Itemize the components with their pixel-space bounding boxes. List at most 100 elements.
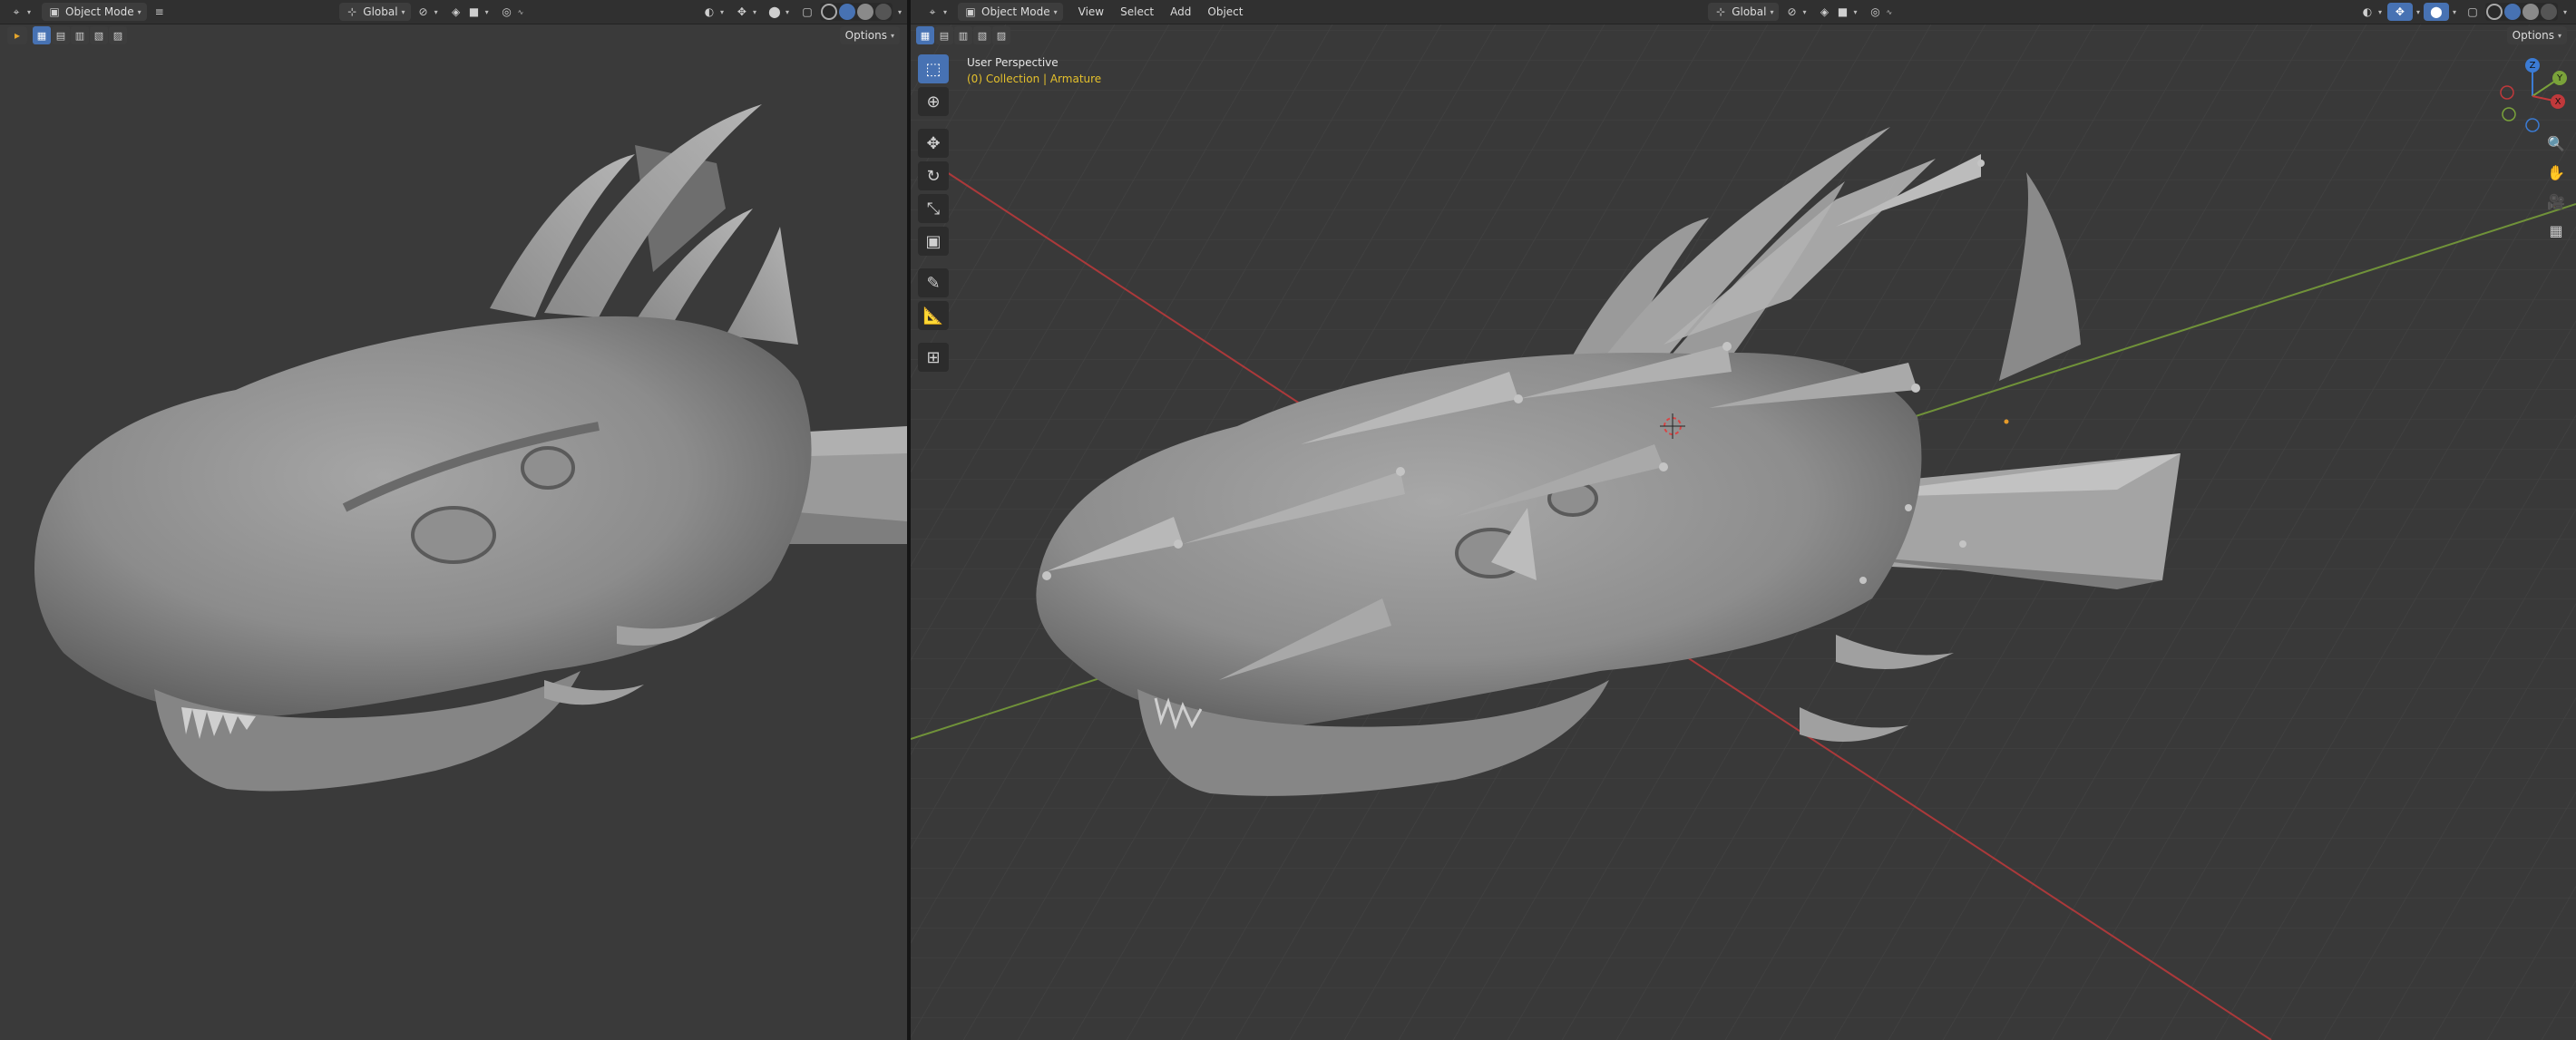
viewport-info-overlay: User Perspective (0) Collection | Armatu… [967,54,1101,87]
chevron-down-icon: ▾ [943,7,948,16]
right-tool-settings-bar: ▦ ▤ ▥ ▧ ▨ Options ▾ [911,24,2576,46]
shading-material-icon[interactable] [2522,4,2539,20]
visibility-icon: ◐ [2362,5,2373,18]
pivot-button[interactable]: ⊘ ▾ [411,3,444,21]
visibility-button[interactable]: ◐ ▾ [697,3,729,21]
object-mode-label: Object Mode [981,5,1050,18]
annotate-icon[interactable]: ✎ [918,268,949,297]
options-dropdown[interactable]: Options ▾ [2506,26,2567,44]
selection-mode-group: ▦ ▤ ▥ ▧ ▨ [33,26,127,44]
overlay-toggle-button[interactable]: ⬤ [2423,3,2449,21]
orientation-icon: ⊹ [347,5,357,18]
gizmo-y-label: Y [2556,73,2563,83]
chevron-down-icon[interactable]: ▾ [2563,8,2567,16]
shading-mode-group [2484,3,2558,21]
select-invert-icon[interactable]: ▧ [973,26,991,44]
chevron-down-icon: ▾ [401,7,405,16]
camera-icon[interactable]: 🎥 [2545,190,2567,212]
menu-add[interactable]: Add [1162,3,1199,21]
shading-wireframe-icon[interactable] [820,4,837,20]
snap-icon: ◈ [451,5,461,18]
select-box-icon[interactable]: ⬚ [918,54,949,83]
chevron-down-icon[interactable]: ▾ [898,8,902,16]
collection-label: (0) Collection | Armature [967,73,1102,85]
editor-type-button[interactable]: ⌖ ▾ [4,3,36,21]
dragon-head-render [34,104,907,792]
shading-wireframe-icon[interactable] [2485,4,2503,20]
chevron-down-icon[interactable]: ▾ [2416,8,2420,16]
overlay-toggle-button[interactable]: ⬤ ▾ [762,3,795,21]
orientation-label: Global [1732,5,1767,18]
transform-orientation-dropdown[interactable]: ⊹ Global ▾ [1708,3,1780,21]
gizmo-z-label: Z [2530,61,2536,71]
orientation-icon: ⊹ [1716,5,1726,18]
proportional-edit-button[interactable]: ◎ ∿ [1863,3,1898,21]
snap-button[interactable]: ◈ ■ ▾ [1812,3,1863,21]
gizmo-toggle-button[interactable]: ✥ [2386,3,2413,21]
hamburger-menu-button[interactable]: ≡ [147,3,172,21]
select-extend-icon[interactable]: ▤ [935,26,953,44]
orientation-label: Global [363,5,398,18]
pan-hand-icon[interactable]: ✋ [2545,161,2567,183]
xray-toggle-button[interactable]: ▢ [795,3,820,21]
move-icon[interactable]: ✥ [918,129,949,158]
select-new-icon[interactable]: ▦ [916,26,934,44]
select-invert-icon[interactable]: ▧ [90,26,108,44]
pivot-icon: ⊘ [418,5,428,18]
editor-type-button[interactable]: ⌖ ▾ [920,3,952,21]
shading-solid-icon[interactable] [838,4,855,20]
shading-material-icon[interactable] [856,4,873,20]
select-intersect-icon[interactable]: ▨ [109,26,127,44]
visibility-button[interactable]: ◐ ▾ [2355,3,2387,21]
object-mode-icon: ▣ [965,5,976,18]
shading-rendered-icon[interactable] [2540,4,2557,20]
options-dropdown[interactable]: Options ▾ [839,26,900,44]
shading-solid-icon[interactable] [2503,4,2521,20]
snap-target-icon: ■ [468,5,480,18]
proportional-edit-button[interactable]: ◎ ∿ [494,3,530,21]
visibility-icon: ◐ [704,5,715,18]
navigation-gizmo[interactable]: Z Y X [2494,58,2571,134]
cursor-icon[interactable]: ⊕ [918,87,949,116]
transform-orientation-dropdown[interactable]: ⊹ Global ▾ [339,3,411,21]
gizmo-toggle-button[interactable]: ✥ ▾ [729,3,762,21]
measure-icon[interactable]: 📐 [918,301,949,330]
shading-mode-group [819,3,893,21]
object-mode-dropdown[interactable]: ▣ Object Mode ▾ [958,3,1063,21]
grid-view-icon[interactable]: ▦ [2545,219,2567,241]
menu-object[interactable]: Object [1199,3,1251,21]
shading-rendered-icon[interactable] [874,4,892,20]
chevron-down-icon: ▾ [1770,7,1774,16]
options-label: Options [2512,29,2554,42]
select-subtract-icon[interactable]: ▥ [71,26,89,44]
scale-icon[interactable]: ⤡ [918,194,949,223]
select-new-icon[interactable]: ▦ [33,26,51,44]
select-intersect-icon[interactable]: ▨ [992,26,1010,44]
left-tool-settings-bar: ▸ ▦ ▤ ▥ ▧ ▨ Options ▾ [0,24,907,46]
xray-icon: ▢ [2467,5,2478,18]
transform-icon[interactable]: ▣ [918,227,949,256]
left-viewport-header: ⌖ ▾ ▣ Object Mode ▾ ≡ ⊹ Global ▾ ⊘ ▾ ◈ ■ ▾ ◎… [0,0,907,24]
object-mode-dropdown[interactable]: ▣ Object Mode ▾ [42,3,147,21]
left-viewport[interactable]: ⌖ ▾ ▣ Object Mode ▾ ≡ ⊹ Global ▾ ⊘ ▾ ◈ ■ ▾ ◎… [0,0,907,1040]
select-extend-icon[interactable]: ▤ [52,26,70,44]
snap-button[interactable]: ◈ ■ ▾ [444,3,494,21]
menu-select[interactable]: Select [1112,3,1162,21]
snap-target-icon: ■ [1837,5,1849,18]
select-subtract-icon[interactable]: ▥ [954,26,972,44]
right-viewport[interactable]: ⌖ ▾ ▣ Object Mode ▾ View Select Add Objec… [911,0,2576,1040]
options-label: Options [844,29,887,42]
pivot-icon: ⊘ [1787,5,1797,18]
menu-view[interactable]: View [1070,3,1112,21]
xray-toggle-button[interactable]: ▢ [2460,3,2485,21]
pivot-button[interactable]: ⊘ ▾ [1779,3,1811,21]
play-icon: ▸ [14,29,21,42]
object-mode-label: Object Mode [65,5,134,18]
zoom-icon[interactable]: 🔍 [2545,132,2567,154]
active-tool-button[interactable]: ▸ [7,26,27,44]
add-cube-icon[interactable]: ⊞ [918,343,949,372]
rotate-icon[interactable]: ↻ [918,161,949,190]
gizmo-icon: ✥ [2395,5,2405,18]
chevron-down-icon[interactable]: ▾ [2453,8,2456,16]
editor-type-icon: ⌖ [929,5,936,18]
